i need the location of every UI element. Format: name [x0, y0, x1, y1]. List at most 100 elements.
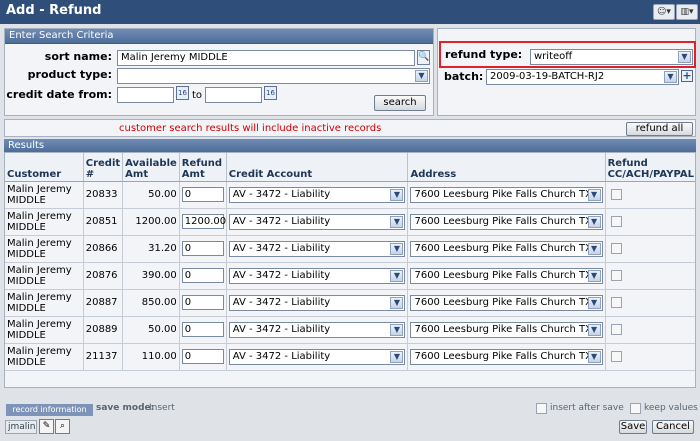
address-select[interactable]: 7600 Leesburg Pike Falls Church TX ▼ [410, 186, 603, 203]
refund-amt-input[interactable]: 1200.00 [181, 214, 226, 229]
refund-amt-input[interactable]: 0 [181, 241, 224, 256]
add-batch-icon[interactable]: + [681, 70, 693, 82]
chevron-down-icon[interactable]: ▼ [587, 323, 601, 336]
zoom-icon[interactable]: ⌕ [55, 419, 70, 434]
save-button[interactable]: Save [619, 420, 647, 434]
refund-method-checkbox[interactable] [610, 297, 622, 308]
credit-cell: 21137 [83, 343, 124, 371]
insert-after-save-checkbox[interactable] [536, 403, 547, 414]
chevron-down-icon[interactable]: ▼ [587, 188, 601, 201]
refund-amt-input[interactable]: 0 [181, 187, 224, 202]
credit-account-cell: AV - 3472 - Liability ▼ [226, 343, 409, 371]
refund-all-button[interactable]: refund all [626, 122, 693, 136]
credit-cell: 20851 [83, 208, 124, 236]
batch-select[interactable]: 2009-03-19-BATCH-RJ2 ▼ [486, 69, 679, 85]
address-value: 7600 Leesburg Pike Falls Church TX [414, 215, 592, 227]
chevron-down-icon[interactable]: ▼ [390, 296, 404, 309]
refund-amt-input[interactable]: 0 [181, 349, 224, 364]
credit-date-from-input[interactable] [117, 87, 174, 103]
table-row[interactable]: Malin Jeremy MIDDLE 20876 390.00 0 AV - 3472… [5, 262, 695, 290]
col-credit[interactable]: Credit # [83, 153, 124, 182]
calendar-icon[interactable]: 16 [264, 86, 277, 100]
results-header: Results [4, 139, 696, 153]
chevron-down-icon[interactable]: ▼ [390, 269, 404, 282]
customer-cell: Malin Jeremy MIDDLE [5, 289, 84, 317]
refund-type-select[interactable]: writeoff ▼ [530, 49, 693, 65]
refund-amt-input[interactable]: 0 [181, 295, 224, 310]
table-row[interactable]: Malin Jeremy MIDDLE 20887 850.00 0 AV - 3472… [5, 289, 695, 317]
refund-type-label: refund type: [445, 48, 523, 61]
chevron-down-icon[interactable]: ▼ [390, 323, 404, 336]
chevron-down-icon[interactable]: ▼ [390, 242, 404, 255]
address-select[interactable]: 7600 Leesburg Pike Falls Church TX ▼ [410, 267, 603, 284]
credit-account-select[interactable]: AV - 3472 - Liability ▼ [228, 321, 406, 338]
col-refund-amt[interactable]: Refund Amt [179, 153, 227, 182]
col-address[interactable]: Address [407, 153, 606, 182]
refund-amt-cell: 0 [179, 343, 227, 371]
credit-account-select[interactable]: AV - 3472 - Liability ▼ [228, 213, 406, 230]
edit-icon[interactable]: ✎ [39, 419, 54, 434]
refund-amt-input[interactable]: 0 [181, 322, 224, 337]
available-cell: 50.00 [122, 181, 180, 209]
credit-account-select[interactable]: AV - 3472 - Liability ▼ [228, 348, 406, 365]
credit-account-select[interactable]: AV - 3472 - Liability ▼ [228, 186, 406, 203]
chart-menu-icon[interactable]: ▥▾ [676, 4, 698, 20]
address-select[interactable]: 7600 Leesburg Pike Falls Church TX ▼ [410, 240, 603, 257]
chevron-down-icon[interactable]: ▼ [587, 350, 601, 363]
available-cell: 110.00 [122, 343, 180, 371]
address-select[interactable]: 7600 Leesburg Pike Falls Church TX ▼ [410, 321, 603, 338]
record-information-tab[interactable]: record information [6, 404, 93, 416]
chevron-down-icon[interactable]: ▼ [390, 350, 404, 363]
inactive-records-notice: customer search results will include ina… [119, 123, 382, 134]
refund-amt-cell: 0 [179, 316, 227, 344]
credit-date-to-input[interactable] [205, 87, 262, 103]
chevron-down-icon[interactable]: ▼ [390, 215, 404, 228]
col-customer[interactable]: Customer [5, 153, 84, 182]
refund-method-cell [605, 262, 695, 290]
refund-method-checkbox[interactable] [610, 351, 622, 362]
address-select[interactable]: 7600 Leesburg Pike Falls Church TX ▼ [410, 348, 603, 365]
table-row[interactable]: Malin Jeremy MIDDLE 20851 1200.00 1200.00 AV… [5, 208, 695, 236]
chevron-down-icon[interactable]: ▼ [678, 51, 691, 63]
chevron-down-icon[interactable]: ▼ [664, 71, 677, 83]
search-button[interactable]: search [374, 95, 426, 111]
address-select[interactable]: 7600 Leesburg Pike Falls Church TX ▼ [410, 294, 603, 311]
col-available[interactable]: Available Amt [122, 153, 180, 182]
table-row[interactable]: Malin Jeremy MIDDLE 21137 110.00 0 AV - 3472… [5, 343, 695, 371]
refund-method-checkbox[interactable] [610, 243, 622, 254]
chevron-down-icon[interactable]: ▼ [390, 188, 404, 201]
refund-method-checkbox[interactable] [610, 324, 622, 335]
refund-method-checkbox[interactable] [610, 270, 622, 281]
col-credit-account[interactable]: Credit Account [226, 153, 409, 182]
chevron-down-icon[interactable]: ▼ [587, 296, 601, 309]
credit-account-select[interactable]: AV - 3472 - Liability ▼ [228, 267, 406, 284]
credit-account-select[interactable]: AV - 3472 - Liability ▼ [228, 294, 406, 311]
refund-amt-input[interactable]: 0 [181, 268, 224, 283]
title-bar: Add - Refund ☺▾ ▥▾ [0, 0, 700, 24]
credit-account-cell: AV - 3472 - Liability ▼ [226, 262, 409, 290]
sort-name-input[interactable]: Malin Jeremy MIDDLE [117, 50, 415, 66]
user-menu-icon[interactable]: ☺▾ [653, 4, 675, 20]
chevron-down-icon[interactable]: ▼ [587, 215, 601, 228]
credit-account-select[interactable]: AV - 3472 - Liability ▼ [228, 240, 406, 257]
chevron-down-icon[interactable]: ▼ [587, 242, 601, 255]
table-row[interactable]: Malin Jeremy MIDDLE 20833 50.00 0 AV - 3472 … [5, 181, 695, 209]
refund-amt-cell: 1200.00 [179, 208, 227, 236]
col-refund-method[interactable]: Refund CC/ACH/PAYPAL [605, 153, 695, 182]
keep-values-label: keep values [644, 403, 698, 413]
credit-account-cell: AV - 3472 - Liability ▼ [226, 181, 409, 209]
product-type-select[interactable]: ▼ [117, 68, 430, 84]
calendar-icon[interactable]: 16 [176, 86, 189, 100]
keep-values-checkbox[interactable] [630, 403, 641, 414]
table-row[interactable]: Malin Jeremy MIDDLE 20866 31.20 0 AV - 3472 … [5, 235, 695, 263]
credit-account-value: AV - 3472 - Liability [232, 188, 331, 200]
refund-method-checkbox[interactable] [610, 216, 622, 227]
cancel-button[interactable]: Cancel [652, 420, 694, 434]
chevron-down-icon[interactable]: ▼ [415, 70, 428, 82]
address-select[interactable]: 7600 Leesburg Pike Falls Church TX ▼ [410, 213, 603, 230]
refund-method-checkbox[interactable] [610, 189, 622, 200]
chevron-down-icon[interactable]: ▼ [587, 269, 601, 282]
table-row[interactable]: Malin Jeremy MIDDLE 20889 50.00 0 AV - 3472 … [5, 316, 695, 344]
search-icon[interactable]: 🔍 [417, 50, 430, 65]
refund-amt-cell: 0 [179, 235, 227, 263]
